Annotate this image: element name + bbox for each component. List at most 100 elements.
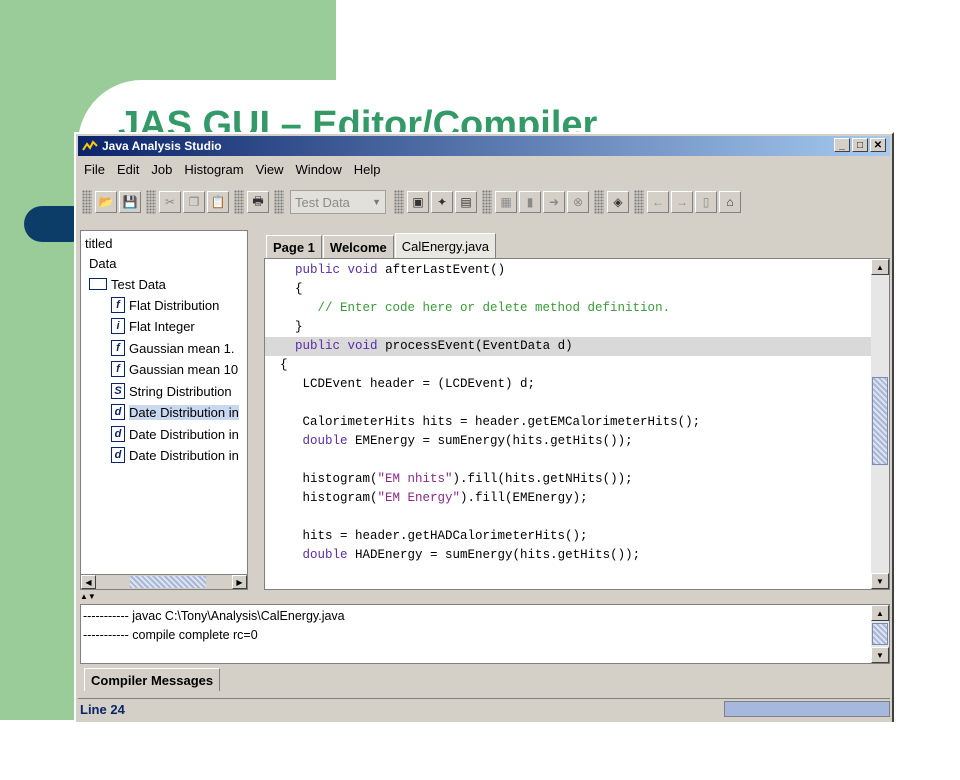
tree-folder-test-data[interactable]: Test Data (89, 274, 166, 294)
toolbar-grip[interactable] (82, 190, 92, 214)
tree-item[interactable]: d Date Distribution in (111, 445, 239, 465)
toolbar: 📂 💾 ✂ ❐ 📋 🖶 Test Data ▼ ▣ ✦ ▤ ▦ ▮ ➜ ⊗ ◈ … (78, 186, 890, 218)
tree-item-label: Flat Integer (129, 318, 195, 334)
toolbar-grip[interactable] (634, 190, 644, 214)
menu-job[interactable]: Job (145, 162, 178, 177)
title-bar[interactable]: Java Analysis Studio _ □ ✕ (78, 136, 890, 156)
tab-welcome[interactable]: Welcome (322, 235, 394, 258)
menu-file[interactable]: File (78, 162, 111, 177)
scroll-right-icon[interactable]: ▶ (232, 575, 247, 589)
scroll-down-icon[interactable]: ▼ (871, 573, 889, 589)
close-button[interactable]: ✕ (870, 138, 886, 152)
code-line[interactable]: histogram("EM Energy").fill(EMEnergy); (265, 489, 871, 508)
messages-vertical-scrollbar[interactable]: ▲ ▼ (871, 605, 889, 663)
minimize-button[interactable]: _ (834, 138, 850, 152)
save-icon[interactable]: 💾 (119, 191, 141, 213)
play-icon[interactable]: ➜ (543, 191, 565, 213)
new-file-icon[interactable]: ▤ (455, 191, 477, 213)
integer-icon: i (111, 318, 125, 334)
menu-help[interactable]: Help (348, 162, 387, 177)
menu-view[interactable]: View (250, 162, 290, 177)
scroll-thumb[interactable] (130, 576, 206, 588)
toolbar-grip[interactable] (482, 190, 492, 214)
scroll-left-icon[interactable]: ◀ (81, 575, 96, 589)
tree-folder-label: Test Data (111, 276, 166, 292)
scroll-thumb[interactable] (872, 377, 888, 465)
code-line-comment[interactable]: // Enter code here or delete method defi… (265, 299, 871, 318)
code-line[interactable]: CalorimeterHits hits = header.getEMCalor… (265, 413, 871, 432)
scroll-up-icon[interactable]: ▲ (871, 605, 889, 621)
magic-wand-icon[interactable]: ✦ (431, 191, 453, 213)
code-line[interactable]: double HADEnergy = sumEnergy(hits.getHit… (265, 546, 871, 565)
code-line[interactable]: hits = header.getHADCalorimeterHits(); (265, 527, 871, 546)
code-line[interactable]: LCDEvent header = (LCDEvent) d; (265, 375, 871, 394)
copy-icon[interactable]: ❐ (183, 191, 205, 213)
tab-page-1[interactable]: Page 1 (266, 235, 322, 258)
function-icon: f (111, 297, 125, 313)
toolbar-grip[interactable] (274, 190, 284, 214)
tree-root[interactable]: titled (85, 233, 112, 253)
code-line[interactable]: public void afterLastEvent() (265, 261, 871, 280)
home-icon[interactable]: ⌂ (719, 191, 741, 213)
scroll-thumb[interactable] (872, 623, 888, 645)
open-folder-icon[interactable]: 📂 (95, 191, 117, 213)
code-line[interactable]: } (265, 318, 871, 337)
cut-icon[interactable]: ✂ (159, 191, 181, 213)
scroll-down-icon[interactable]: ▼ (871, 647, 889, 663)
tree-item[interactable]: i Flat Integer (111, 316, 195, 336)
compiler-message: ----------- javac C:\Tony\Analysis\CalEn… (83, 609, 345, 623)
code-line[interactable] (265, 508, 871, 527)
menu-histogram[interactable]: Histogram (178, 162, 249, 177)
menu-edit[interactable]: Edit (111, 162, 145, 177)
toolbar-grip[interactable] (146, 190, 156, 214)
editor-vertical-scrollbar[interactable]: ▲ ▼ (871, 259, 889, 589)
status-line-number: Line 24 (80, 701, 125, 717)
tree-item[interactable]: S String Distribution (111, 381, 232, 401)
code-line[interactable]: { (265, 356, 871, 375)
code-line[interactable]: histogram("EM nhits").fill(hits.getNHits… (265, 470, 871, 489)
toolbar-grip[interactable] (394, 190, 404, 214)
function-icon: f (111, 340, 125, 356)
tree-horizontal-scrollbar[interactable]: ◀ ▶ (80, 574, 248, 590)
toolbar-grip[interactable] (594, 190, 604, 214)
code-editor[interactable]: public void afterLastEvent() { // Enter … (264, 258, 890, 590)
layers-icon[interactable]: ◈ (607, 191, 629, 213)
document-icon[interactable]: ▯ (695, 191, 717, 213)
split-arrows-icon[interactable]: ▲▼ (80, 592, 96, 601)
tree-item-label: Date Distribution in (129, 426, 239, 442)
dataset-select[interactable]: Test Data ▼ (290, 190, 386, 214)
compile-icon[interactable]: ▦ (495, 191, 517, 213)
tree-item[interactable]: f Gaussian mean 10 (111, 359, 238, 379)
back-arrow-icon[interactable]: ← (647, 191, 669, 213)
status-bar: Line 24 (78, 698, 890, 719)
window-layout-icon[interactable]: ▣ (407, 191, 429, 213)
stop-icon[interactable]: ⊗ (567, 191, 589, 213)
paste-icon[interactable]: 📋 (207, 191, 229, 213)
print-icon[interactable]: 🖶 (247, 191, 269, 213)
code-line-current[interactable]: public void processEvent(EventData d) (265, 337, 871, 356)
tree-item-selected[interactable]: d Date Distribution in (111, 402, 239, 422)
tree-item[interactable]: d Date Distribution in (111, 424, 239, 444)
tree-item[interactable]: f Flat Distribution (111, 295, 219, 315)
step-icon[interactable]: ▮ (519, 191, 541, 213)
dataset-select-value: Test Data (295, 194, 350, 210)
code-line[interactable] (265, 451, 871, 470)
folder-icon (89, 278, 107, 290)
menu-bar: File Edit Job Histogram View Window Help (78, 158, 387, 180)
menu-window[interactable]: Window (290, 162, 348, 177)
editor-tabs: Page 1 Welcome CalEnergy.java (266, 233, 497, 258)
toolbar-grip[interactable] (234, 190, 244, 214)
maximize-button[interactable]: □ (852, 138, 868, 152)
date-icon: d (111, 404, 125, 420)
forward-arrow-icon[interactable]: → (671, 191, 693, 213)
code-line[interactable]: { (265, 280, 871, 299)
tree-item[interactable]: f Gaussian mean 1. (111, 338, 235, 358)
code-line[interactable] (265, 394, 871, 413)
tree-data[interactable]: Data (89, 253, 116, 273)
tab-calenergy[interactable]: CalEnergy.java (394, 233, 496, 258)
code-line[interactable]: double EMEnergy = sumEnergy(hits.getHits… (265, 432, 871, 451)
scroll-up-icon[interactable]: ▲ (871, 259, 889, 275)
tab-compiler-messages[interactable]: Compiler Messages (84, 668, 221, 691)
compiler-messages-panel: ----------- javac C:\Tony\Analysis\CalEn… (80, 604, 890, 664)
tree-item-label: Date Distribution in (129, 447, 239, 463)
